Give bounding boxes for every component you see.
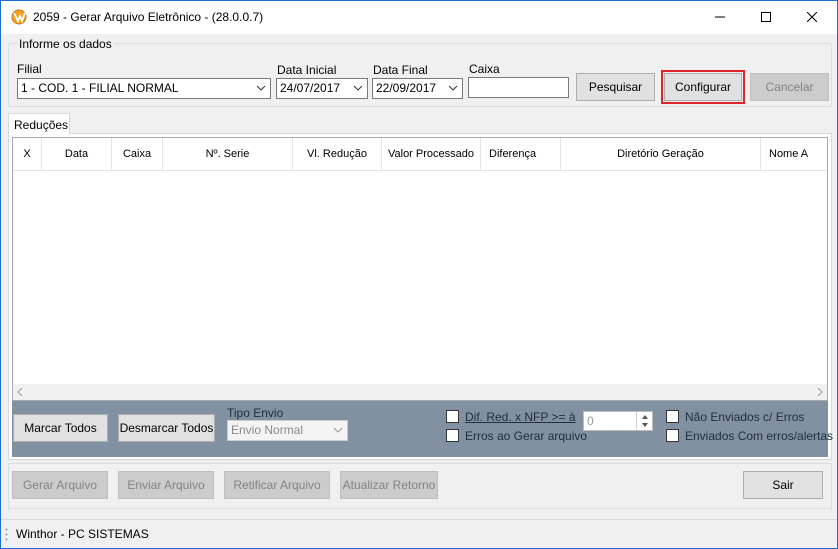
- column-header-serie[interactable]: Nº. Serie: [163, 138, 293, 171]
- horizontal-scrollbar[interactable]: [13, 384, 827, 400]
- tab-reducoes[interactable]: Reduções: [8, 113, 70, 134]
- chevron-down-icon: [256, 85, 266, 91]
- dif-red-checkbox[interactable]: [446, 410, 459, 423]
- column-header-x[interactable]: X: [13, 138, 42, 171]
- tipo-envio-label: Tipo Envio: [227, 406, 284, 420]
- dif-red-value-stepper[interactable]: 0: [583, 411, 653, 431]
- gerar-arquivo-label: Gerar Arquivo: [22, 478, 98, 492]
- caixa-input[interactable]: [468, 77, 569, 98]
- dif-red-value: 0: [587, 414, 594, 428]
- pesquisar-button-label: Pesquisar: [588, 80, 643, 94]
- retificar-arquivo-label: Retificar Arquivo: [233, 478, 321, 492]
- chevron-down-icon[interactable]: [353, 85, 363, 91]
- chevron-down-icon: [333, 427, 343, 433]
- atualizar-retorno-button[interactable]: Atualizar Retorno: [340, 471, 438, 499]
- minimize-button[interactable]: [697, 1, 743, 33]
- column-header-nome-arquivo[interactable]: Nome A: [761, 138, 827, 171]
- maximize-icon: [761, 12, 771, 22]
- erros-gerar-checkbox[interactable]: [446, 429, 459, 442]
- enviados-erros-label: Enviados Com erros/alertas: [685, 429, 834, 443]
- chevron-up-icon[interactable]: [642, 415, 648, 419]
- close-icon: [807, 12, 817, 22]
- configurar-button-label: Configurar: [674, 80, 732, 94]
- close-button[interactable]: [789, 1, 835, 33]
- filters-group-title: Informe os dados: [17, 37, 114, 51]
- filial-value: 1 - COD. 1 - FILIAL NORMAL: [21, 81, 179, 95]
- enviar-arquivo-button[interactable]: Enviar Arquivo: [118, 471, 214, 499]
- data-inicial-label: Data Inicial: [277, 63, 337, 77]
- dif-red-label[interactable]: Dif. Red. x NFP >= à: [465, 410, 576, 424]
- column-header-data[interactable]: Data: [42, 138, 112, 171]
- erros-gerar-label: Erros ao Gerar arquivo: [465, 429, 588, 443]
- desmarcar-todos-label: Desmarcar Todos: [119, 421, 214, 435]
- tipo-envio-value: Envio Normal: [231, 423, 304, 437]
- column-header-vl-reducao[interactable]: Vl. Redução: [293, 138, 382, 171]
- filial-select[interactable]: 1 - COD. 1 - FILIAL NORMAL: [17, 78, 271, 99]
- stepper-buttons[interactable]: [636, 412, 652, 430]
- column-header-diferenca[interactable]: Diferença: [481, 138, 561, 171]
- data-final-field[interactable]: 22/09/2017: [372, 78, 463, 99]
- maximize-button[interactable]: [743, 1, 789, 33]
- configurar-button[interactable]: Configurar: [661, 70, 745, 104]
- data-final-value: 22/09/2017: [376, 81, 437, 95]
- cancelar-button-label: Cancelar: [765, 80, 814, 94]
- nao-enviados-label: Não Enviados c/ Erros: [685, 410, 805, 424]
- data-inicial-value: 24/07/2017: [280, 81, 341, 95]
- tipo-envio-select[interactable]: Envio Normal: [227, 420, 348, 441]
- data-final-label: Data Final: [373, 63, 428, 77]
- marcar-todos-label: Marcar Todos: [24, 421, 97, 435]
- enviar-arquivo-label: Enviar Arquivo: [127, 478, 205, 492]
- retificar-arquivo-button[interactable]: Retificar Arquivo: [224, 471, 330, 499]
- scroll-right-icon[interactable]: [817, 388, 823, 396]
- pesquisar-button[interactable]: Pesquisar: [576, 73, 655, 101]
- scroll-left-icon[interactable]: [17, 388, 23, 396]
- desmarcar-todos-button[interactable]: Desmarcar Todos: [118, 414, 215, 442]
- filial-label: Filial: [17, 62, 42, 76]
- chevron-down-icon[interactable]: [448, 85, 458, 91]
- grid-header: X Data Caixa Nº. Serie Vl. Redução Valor…: [13, 138, 827, 171]
- column-header-valor-processado[interactable]: Valor Processado: [382, 138, 481, 171]
- atualizar-retorno-label: Atualizar Retorno: [342, 478, 436, 492]
- status-text: Winthor - PC SISTEMAS: [16, 527, 149, 541]
- title-bar[interactable]: 2059 - Gerar Arquivo Eletrônico - (28.0.…: [1, 1, 837, 34]
- chevron-down-icon[interactable]: [642, 423, 648, 427]
- cancelar-button[interactable]: Cancelar: [750, 73, 829, 101]
- grip-icon: [5, 528, 8, 541]
- tab-reducoes-label: Reduções: [14, 118, 69, 132]
- gerar-arquivo-button[interactable]: Gerar Arquivo: [12, 471, 108, 499]
- caixa-label: Caixa: [469, 62, 500, 76]
- reducoes-grid[interactable]: X Data Caixa Nº. Serie Vl. Redução Valor…: [12, 137, 828, 401]
- nao-enviados-checkbox[interactable]: [666, 410, 679, 423]
- enviados-erros-checkbox[interactable]: [666, 429, 679, 442]
- column-header-caixa[interactable]: Caixa: [112, 138, 163, 171]
- column-header-diretorio-geracao[interactable]: Diretório Geração: [561, 138, 761, 171]
- marcar-todos-button[interactable]: Marcar Todos: [13, 414, 108, 442]
- grid-options-bar: Marcar Todos Desmarcar Todos Tipo Envio …: [12, 401, 833, 457]
- minimize-icon: [715, 16, 725, 18]
- winthor-logo-icon: [11, 9, 27, 25]
- data-inicial-field[interactable]: 24/07/2017: [276, 78, 368, 99]
- status-bar: Winthor - PC SISTEMAS: [1, 519, 837, 548]
- window-title: 2059 - Gerar Arquivo Eletrônico - (28.0.…: [33, 10, 264, 24]
- main-window: 2059 - Gerar Arquivo Eletrônico - (28.0.…: [0, 0, 838, 549]
- sair-button[interactable]: Sair: [743, 471, 823, 499]
- sair-button-label: Sair: [772, 478, 794, 492]
